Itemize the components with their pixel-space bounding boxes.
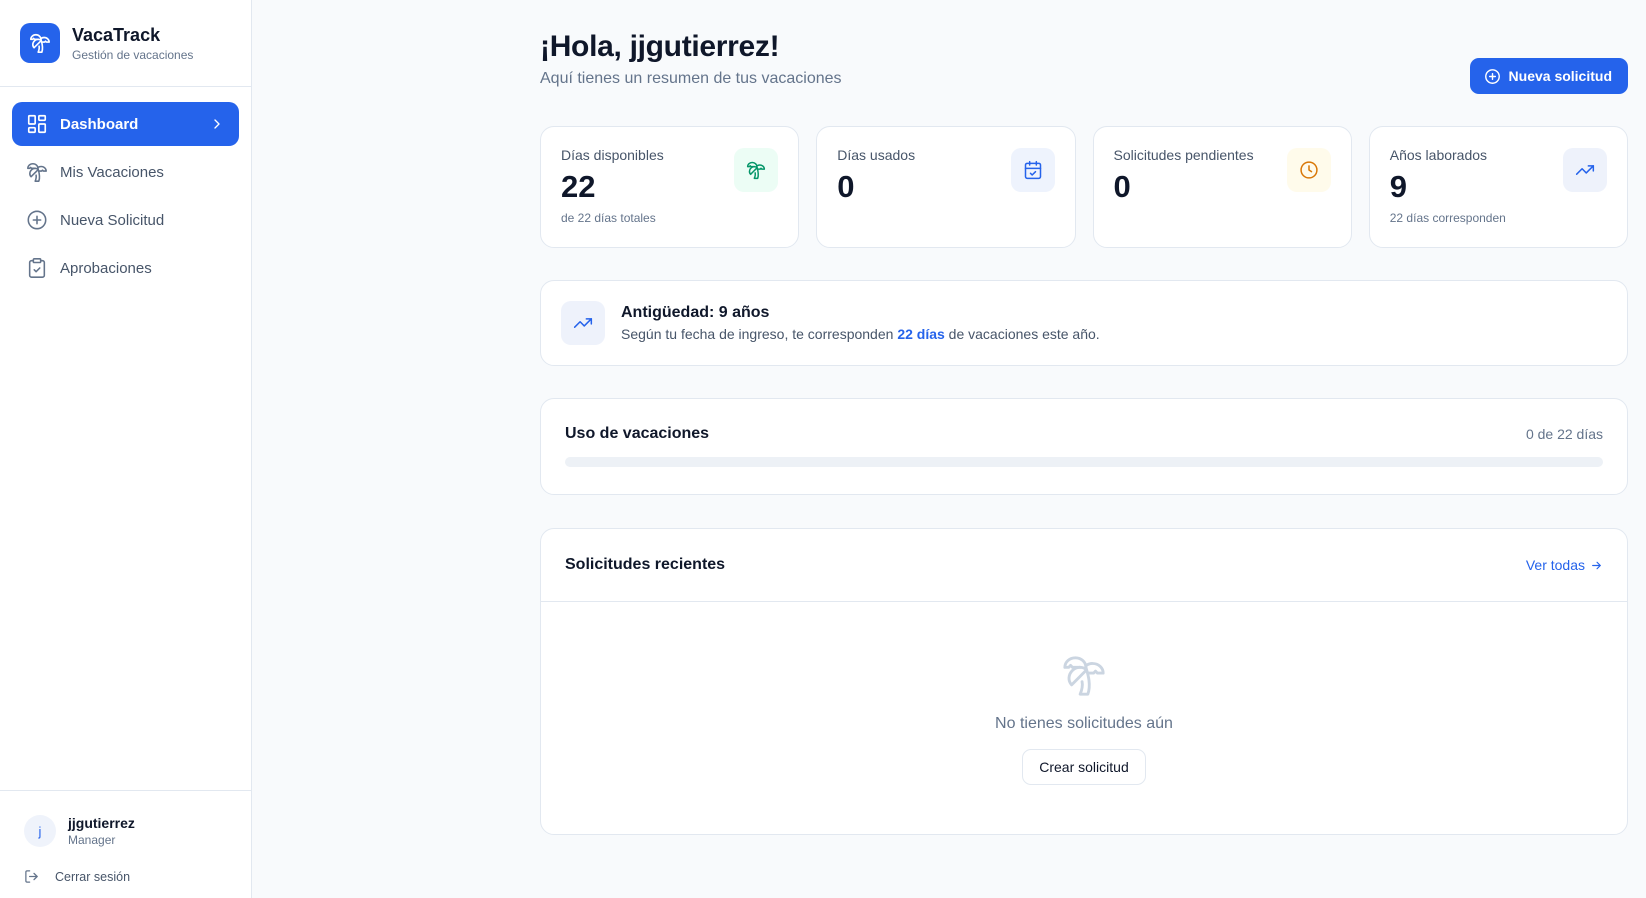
seniority-card: Antigüedad: 9 años Según tu fecha de ing… — [540, 280, 1628, 366]
clipboard-check-icon — [26, 257, 48, 279]
plus-circle-icon — [26, 209, 48, 231]
recent-requests-title: Solicitudes recientes — [565, 556, 726, 573]
usage-progress-bar — [565, 457, 1603, 467]
brand: VacaTrack Gestión de vacaciones — [0, 0, 251, 87]
stat-card-pending-requests: Solicitudes pendientes 0 — [1092, 126, 1352, 248]
sidebar-item-label: Dashboard — [60, 115, 139, 133]
sidebar: VacaTrack Gestión de vacaciones Dashboar… — [0, 0, 252, 898]
usage-count: 0 de 22 días — [1525, 426, 1603, 442]
stat-note: 22 días corresponden — [1389, 211, 1506, 225]
create-request-button[interactable]: Crear solicitud — [1022, 749, 1146, 785]
sidebar-item-mis-vacaciones[interactable]: Mis Vacaciones — [12, 150, 239, 194]
page-header: ¡Hola, jjgutierrez! Aquí tienes un resum… — [540, 30, 842, 88]
sidebar-item-nueva-solicitud[interactable]: Nueva Solicitud — [12, 198, 239, 242]
avatar: j — [24, 815, 56, 847]
trending-up-icon — [1563, 148, 1607, 192]
sidebar-item-label: Aprobaciones — [60, 259, 152, 277]
calendar-check-icon — [1010, 148, 1055, 192]
empty-state-text: No tienes solicitudes aún — [995, 715, 1173, 732]
stat-note: de 22 días totales — [561, 211, 656, 225]
empty-state: No tienes solicitudes aún Crear solicitu… — [541, 602, 1627, 785]
view-all-label: Ver todas — [1525, 557, 1585, 573]
view-all-link[interactable]: Ver todas — [1526, 557, 1603, 573]
recent-requests-card: Solicitudes recientes Ver todas No tiene… — [540, 528, 1628, 835]
user-name: jjgutierrez — [68, 815, 135, 831]
sidebar-item-label: Nueva Solicitud — [60, 211, 165, 229]
palm-tree-icon — [26, 161, 48, 183]
seniority-text: Según tu fecha de ingreso, te correspond… — [621, 326, 1100, 342]
sidebar-item-label: Mis Vacaciones — [60, 163, 164, 181]
app-subtitle: Gestión de vacaciones — [72, 47, 194, 62]
usage-title: Uso de vacaciones — [565, 425, 710, 442]
chevron-right-icon — [209, 116, 225, 132]
seniority-text-before: Según tu fecha de ingreso, te correspond… — [621, 326, 898, 342]
sidebar-item-aprobaciones[interactable]: Aprobaciones — [12, 246, 239, 290]
new-request-button[interactable]: Nueva solicitud — [1469, 58, 1628, 94]
arrow-right-icon — [1590, 559, 1603, 572]
stats-row: Días disponibles 22 de 22 días totales D… — [540, 126, 1628, 248]
stat-card-available-days: Días disponibles 22 de 22 días totales — [540, 126, 800, 248]
palm-tree-icon — [1061, 652, 1107, 703]
logout-button[interactable]: Cerrar sesión — [24, 869, 227, 884]
sidebar-item-dashboard[interactable]: Dashboard — [12, 102, 239, 146]
app-title: VacaTrack — [72, 24, 161, 45]
plus-circle-icon — [1484, 68, 1501, 85]
user-role: Manager — [68, 833, 116, 847]
trending-up-icon — [561, 301, 605, 345]
palm-tree-icon — [734, 148, 779, 192]
dashboard-grid-icon — [26, 113, 48, 135]
usage-card: Uso de vacaciones 0 de 22 días — [540, 398, 1628, 495]
palm-tree-icon — [20, 23, 60, 63]
logout-icon — [24, 869, 39, 884]
logout-label: Cerrar sesión — [55, 869, 131, 884]
sidebar-nav: Dashboard Mis Vacaciones Nueva Solicitud… — [0, 87, 251, 790]
clock-icon — [1286, 148, 1331, 192]
stat-card-used-days: Días usados 0 — [816, 126, 1076, 248]
seniority-text-after: de vacaciones este año. — [944, 326, 1100, 342]
user-panel: j jjgutierrez Manager Cerrar sesión — [0, 790, 251, 898]
stat-card-years-worked: Años laborados 9 22 días corresponden — [1368, 126, 1628, 248]
seniority-highlight: 22 días — [897, 326, 945, 342]
page-subtitle: Aquí tienes un resumen de tus vacaciones — [540, 70, 842, 87]
seniority-title: Antigüedad: 9 años — [621, 304, 770, 321]
page-title: ¡Hola, jjgutierrez! — [540, 30, 780, 63]
new-request-label: Nueva solicitud — [1508, 68, 1612, 84]
